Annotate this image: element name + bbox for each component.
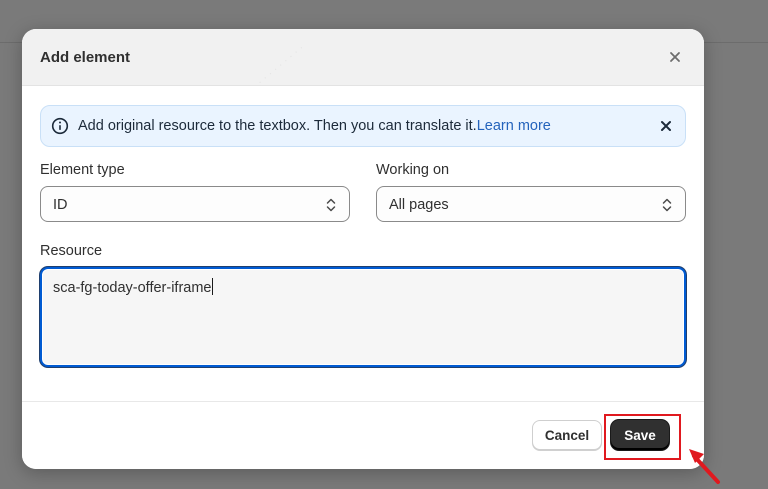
modal-title: Add element — [40, 49, 131, 66]
working-on-value: All pages — [389, 197, 449, 213]
pointer-arrow-icon — [686, 444, 726, 486]
learn-more-link[interactable]: Learn more — [477, 118, 551, 134]
text-caret — [212, 278, 214, 295]
modal-header: Add element — [22, 29, 704, 86]
resource-textarea[interactable]: sca-fg-today-offer-iframe — [40, 267, 686, 367]
info-icon — [51, 117, 69, 135]
working-on-label: Working on — [376, 162, 450, 178]
banner-text: Add original resource to the textbox. Th… — [78, 118, 477, 134]
info-banner: Add original resource to the textbox. Th… — [40, 105, 686, 147]
modal-footer: Cancel Save — [22, 401, 704, 469]
element-type-value: ID — [53, 197, 68, 213]
element-type-label: Element type — [40, 162, 125, 178]
chevron-up-down-icon — [661, 196, 673, 214]
cancel-button[interactable]: Cancel — [532, 420, 602, 450]
element-type-select[interactable]: ID — [40, 186, 350, 222]
resource-label: Resource — [40, 243, 103, 259]
close-icon[interactable] — [666, 48, 684, 66]
resource-text: sca-fg-today-offer-iframe — [53, 278, 214, 296]
close-icon[interactable] — [657, 117, 675, 135]
chevron-up-down-icon — [325, 196, 337, 214]
add-element-modal: Add element · · · · · · · · · Add origin… — [22, 29, 704, 469]
resource-value: sca-fg-today-offer-iframe — [53, 280, 212, 296]
working-on-select[interactable]: All pages — [376, 186, 686, 222]
banner-message: Add original resource to the textbox. Th… — [78, 118, 551, 134]
save-highlight-box — [604, 414, 681, 460]
